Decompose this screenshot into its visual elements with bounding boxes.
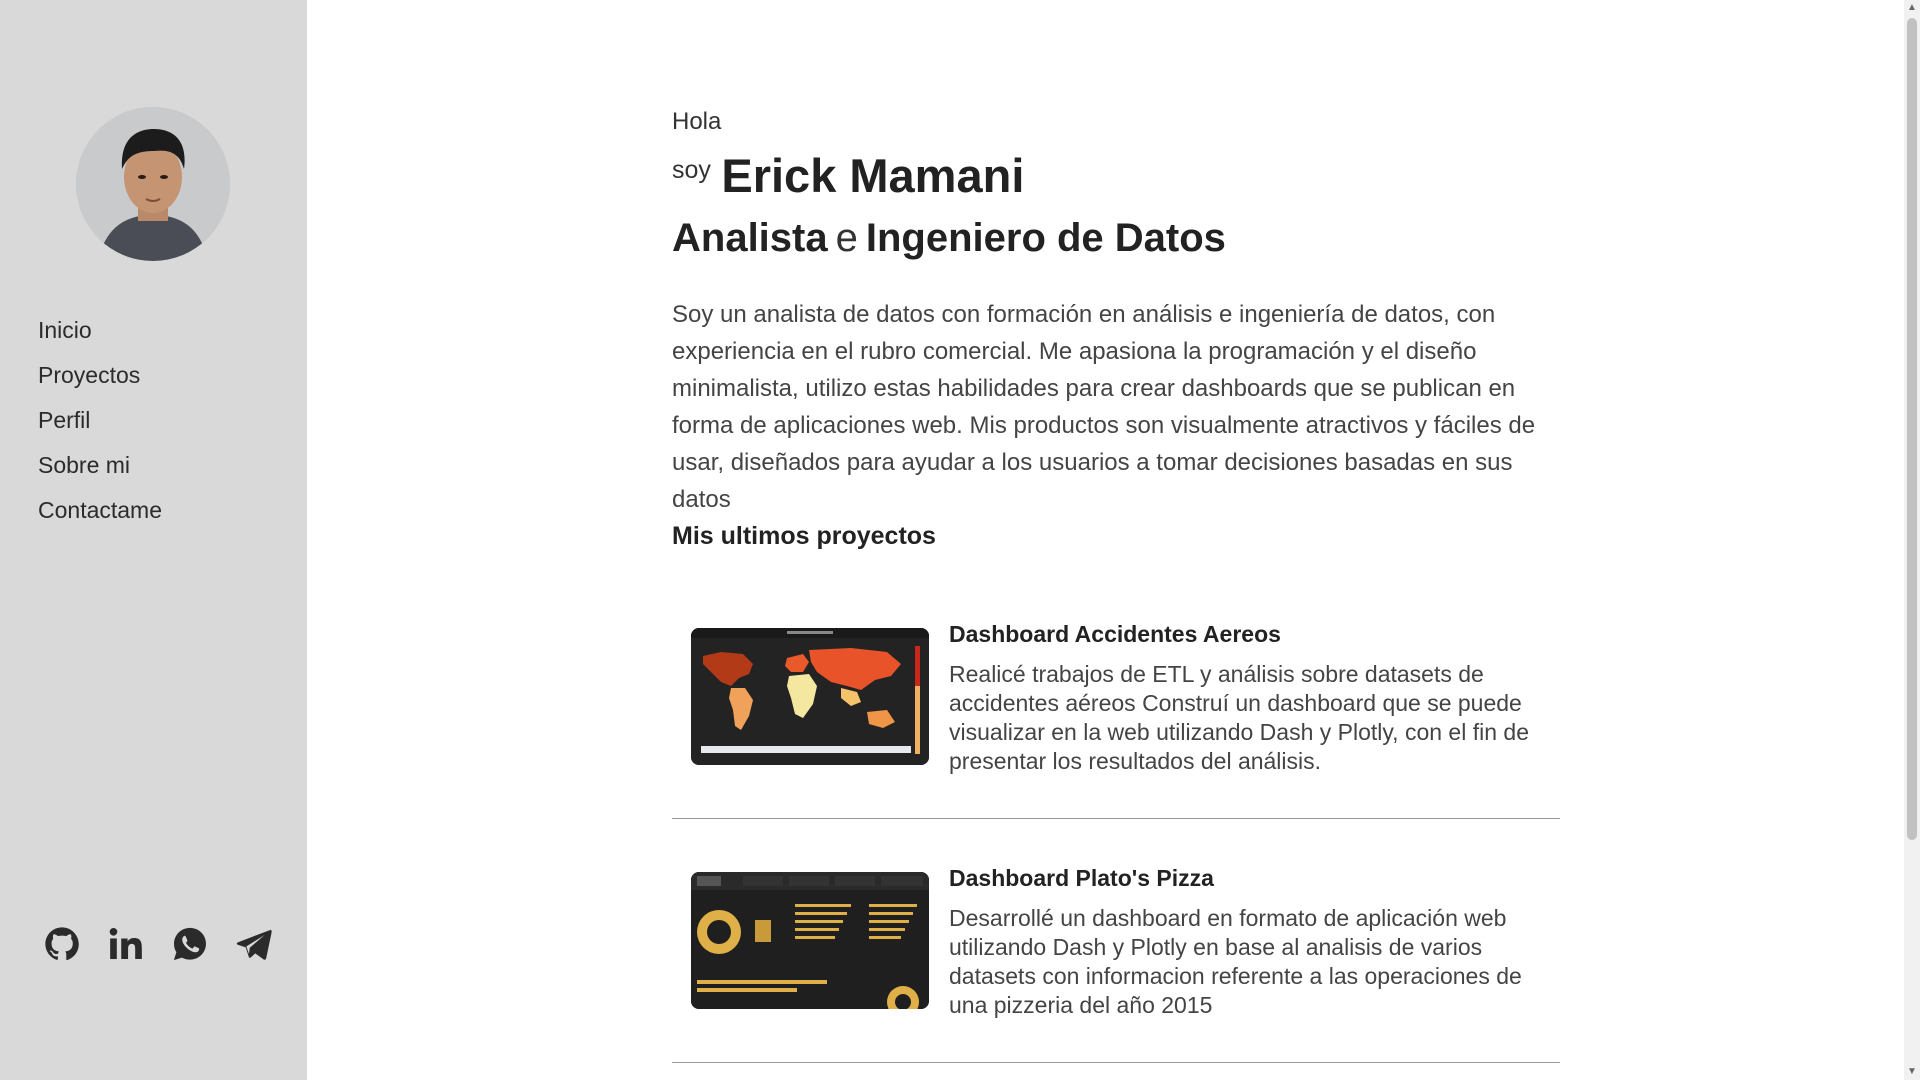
projects-section-title: Mis ultimos proyectos: [672, 522, 936, 550]
nav-item-sobre-mi[interactable]: Sobre mi: [38, 447, 162, 492]
role-line: Analista e Ingeniero de Datos: [672, 216, 1226, 261]
avatar: [76, 107, 230, 261]
scroll-up-icon[interactable]: ▲: [1904, 0, 1920, 16]
social-links: [42, 924, 274, 964]
intro-paragraph: Soy un analista de datos con formación e…: [672, 301, 1536, 513]
project-description: Realicé trabajos de ETL y análisis sobre…: [949, 661, 1529, 774]
role-analista: Analista: [672, 216, 828, 260]
name-line: soy Erick Mamani: [672, 148, 1024, 203]
scroll-down-icon[interactable]: ▼: [1904, 1064, 1920, 1080]
nav-item-contactame[interactable]: Contactame: [38, 492, 162, 537]
project-card-pizza[interactable]: Dashboard Plato's Pizza Desarrollé un da…: [672, 822, 1560, 1063]
telegram-icon[interactable]: [234, 924, 274, 964]
whatsapp-icon[interactable]: [170, 924, 210, 964]
soy-text: soy: [672, 156, 711, 184]
project-thumbnail-accidentes[interactable]: [691, 628, 929, 765]
nav-item-perfil[interactable]: Perfil: [38, 402, 162, 447]
person-name: Erick Mamani: [721, 149, 1025, 202]
greeting: Hola: [672, 108, 722, 135]
scrollbar-thumb[interactable]: [1907, 18, 1917, 840]
project-title[interactable]: Dashboard Accidentes Aereos: [949, 621, 1281, 648]
role-conjunction: e: [835, 216, 858, 260]
role-ingeniero: Ingeniero de Datos: [865, 216, 1226, 260]
nav-item-inicio[interactable]: Inicio: [38, 312, 162, 357]
project-card-accidentes[interactable]: Dashboard Accidentes Aereos Realicé trab…: [672, 578, 1560, 819]
page-scrollbar[interactable]: ▲ ▼: [1904, 0, 1920, 1080]
project-description: Desarrollé un dashboard en formato de ap…: [949, 905, 1522, 1018]
project-thumbnail-pizza[interactable]: [691, 872, 929, 1009]
nav-item-proyectos[interactable]: Proyectos: [38, 357, 162, 402]
github-icon[interactable]: [42, 924, 82, 964]
sidebar-nav: Inicio Proyectos Perfil Sobre mi Contact…: [38, 312, 162, 537]
linkedin-icon[interactable]: [106, 924, 146, 964]
sidebar: Inicio Proyectos Perfil Sobre mi Contact…: [0, 0, 307, 1080]
project-title[interactable]: Dashboard Plato's Pizza: [949, 865, 1214, 892]
